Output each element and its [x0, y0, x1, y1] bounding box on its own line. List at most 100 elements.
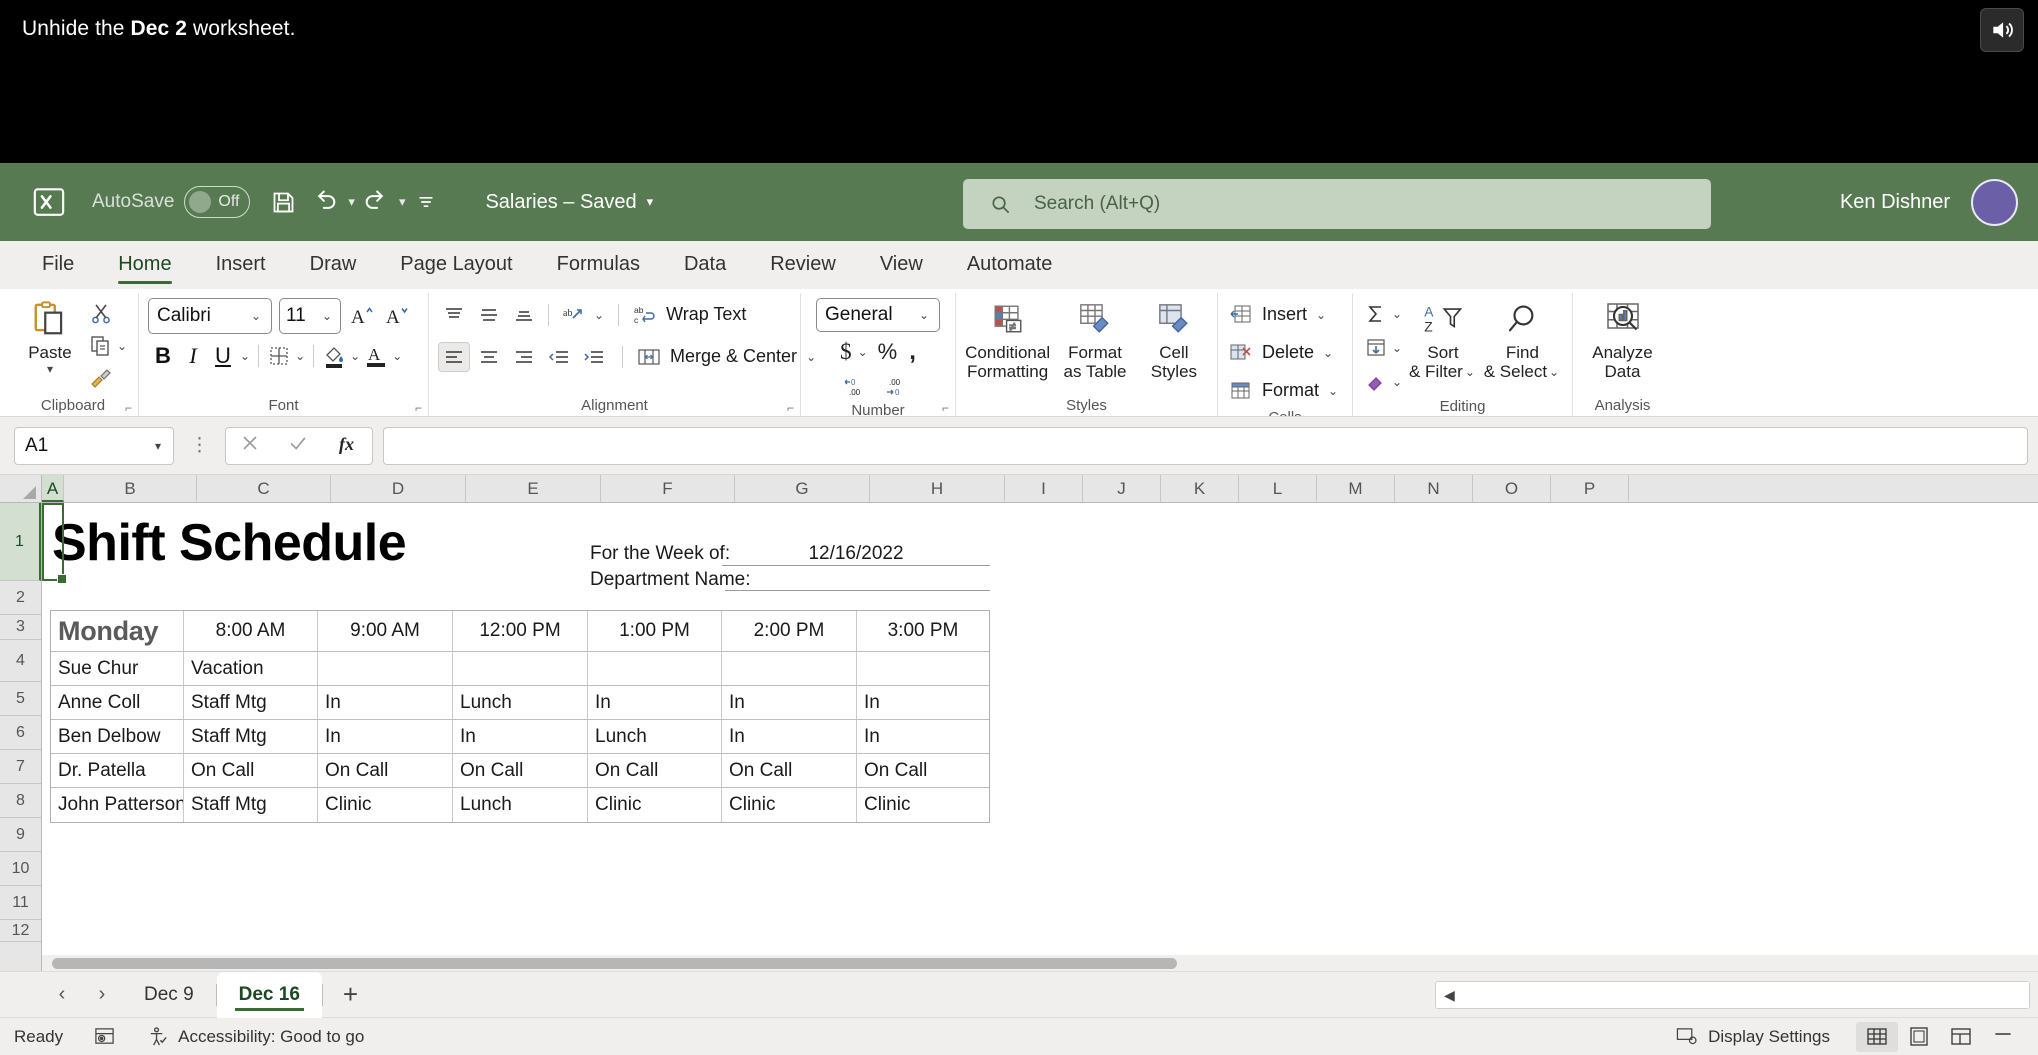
row-header-5[interactable]: 5 [0, 682, 41, 716]
format-painter-icon[interactable] [87, 364, 115, 392]
fill-color-dropdown-icon[interactable]: ⌄ [348, 349, 362, 363]
tab-insert[interactable]: Insert [194, 241, 288, 288]
currency-dropdown-icon[interactable]: ⌄ [856, 345, 870, 359]
row-header-8[interactable]: 8 [0, 784, 41, 818]
orientation-dropdown-icon[interactable]: ⌄ [592, 308, 606, 322]
redo-icon[interactable] [355, 181, 397, 223]
row-header-9[interactable]: 9 [0, 818, 41, 852]
table-row[interactable]: John Patterson Staff Mtg Clinic Lunch Cl… [51, 788, 989, 822]
enter-formula-icon[interactable] [287, 432, 309, 459]
tab-data[interactable]: Data [662, 241, 748, 288]
clear-icon[interactable] [1362, 368, 1390, 396]
autosave-control[interactable]: AutoSave Off [92, 186, 251, 218]
cut-icon[interactable] [87, 300, 115, 328]
display-settings-button[interactable]: Display Settings [1675, 1026, 1830, 1047]
percent-button[interactable]: % [878, 339, 898, 365]
row-header-10[interactable]: 10 [0, 852, 41, 886]
align-top-button[interactable] [438, 300, 470, 330]
italic-button[interactable]: I [178, 343, 208, 369]
column-header-H[interactable]: H [870, 475, 1005, 502]
row-header-3[interactable]: 3 [0, 615, 41, 640]
page-layout-view-button[interactable] [1898, 1022, 1940, 1052]
number-dialog-launcher-icon[interactable]: ⌐ [942, 401, 949, 415]
tab-formulas[interactable]: Formulas [535, 241, 662, 288]
document-title-dropdown-icon[interactable]: ▾ [647, 194, 654, 210]
name-box[interactable]: A1 ▾ [14, 426, 174, 465]
horizontal-scrollbar-track[interactable] [1462, 982, 2029, 1008]
copy-dropdown-icon[interactable]: ⌄ [115, 339, 129, 353]
tab-draw[interactable]: Draw [288, 241, 379, 288]
column-header-K[interactable]: K [1161, 475, 1239, 502]
paste-dropdown-icon[interactable]: ▾ [45, 362, 55, 376]
row-header-7[interactable]: 7 [0, 750, 41, 784]
orientation-button[interactable]: ab [557, 300, 589, 330]
underline-button[interactable]: U [208, 343, 238, 369]
insert-cells-button[interactable]: Insert ⌄ [1227, 298, 1328, 331]
tab-file[interactable]: File [20, 241, 96, 288]
sheet-tab-dec-16[interactable]: Dec 16 [216, 971, 322, 1018]
row-header-12[interactable]: 12 [0, 920, 41, 942]
wrap-text-button[interactable]: ab c Wrap Text [631, 298, 746, 331]
align-left-button[interactable] [438, 341, 470, 372]
scroll-left-icon[interactable]: ◀ [1436, 987, 1463, 1004]
tab-view[interactable]: View [858, 241, 945, 288]
format-cells-dropdown-icon[interactable]: ⌄ [1326, 384, 1340, 398]
font-color-icon[interactable]: A [362, 342, 390, 370]
increase-decimal-icon[interactable]: 0.00 [843, 372, 871, 400]
undo-icon[interactable] [304, 181, 346, 223]
align-right-button[interactable] [508, 342, 540, 372]
align-bottom-button[interactable] [508, 300, 540, 330]
decrease-decimal-icon[interactable]: .00 0 [885, 372, 913, 400]
accessibility-status[interactable]: Accessibility: Good to go [146, 1026, 364, 1047]
column-header-C[interactable]: C [197, 475, 331, 502]
horizontal-scrollbar[interactable]: ◀ [1435, 981, 2030, 1009]
borders-icon[interactable] [265, 342, 293, 370]
horizontal-scrollbar-thumb[interactable] [52, 958, 1177, 969]
column-header-J[interactable]: J [1083, 475, 1161, 502]
clear-dropdown-icon[interactable]: ⌄ [1390, 375, 1404, 389]
underline-dropdown-icon[interactable]: ⌄ [238, 349, 252, 363]
column-header-N[interactable]: N [1395, 475, 1473, 502]
cell-styles-button[interactable]: Cell Styles [1140, 298, 1208, 381]
column-header-A[interactable]: A [42, 475, 64, 502]
font-name-input[interactable]: Calibri ⌄ [148, 298, 272, 334]
name-box-dropdown-icon[interactable]: ▾ [153, 439, 163, 453]
tab-automate[interactable]: Automate [945, 241, 1075, 288]
formula-bar-more-icon[interactable]: ⋮ [184, 434, 215, 457]
column-header-E[interactable]: E [466, 475, 601, 502]
save-icon[interactable] [262, 181, 304, 223]
next-sheet-button[interactable]: › [82, 983, 122, 1006]
cancel-formula-icon[interactable] [239, 432, 261, 459]
delete-cells-dropdown-icon[interactable]: ⌄ [1321, 346, 1335, 360]
comma-button[interactable]: , [909, 338, 916, 366]
table-row[interactable]: Sue Chur Vacation [51, 652, 989, 686]
horizontal-scrollbar-top[interactable] [42, 955, 2038, 971]
add-sheet-button[interactable]: + [323, 979, 378, 1010]
user-name[interactable]: Ken Dishner [1840, 191, 1950, 214]
table-row[interactable]: Ben Delbow Staff Mtg In In Lunch In In [51, 720, 989, 754]
delete-cells-button[interactable]: Delete ⌄ [1227, 336, 1335, 369]
formula-input[interactable] [383, 426, 2028, 465]
row-header-4[interactable]: 4 [0, 640, 41, 682]
zoom-controls[interactable] [1982, 1022, 2024, 1052]
conditional-formatting-button[interactable]: ≠ Conditional Formatting [965, 298, 1050, 381]
bold-button[interactable]: B [148, 343, 178, 369]
document-title[interactable]: Salaries – Saved [485, 191, 636, 214]
column-header-B[interactable]: B [64, 475, 197, 502]
decrease-font-size-icon[interactable]: A [383, 302, 411, 330]
fill-dropdown-icon[interactable]: ⌄ [1390, 341, 1404, 355]
row-header-6[interactable]: 6 [0, 716, 41, 750]
copy-icon[interactable] [87, 332, 115, 360]
alignment-dialog-launcher-icon[interactable]: ⌐ [787, 401, 794, 415]
table-row[interactable]: Anne Coll Staff Mtg In Lunch In In In [51, 686, 989, 720]
column-header-O[interactable]: O [1473, 475, 1551, 502]
insert-function-icon[interactable]: fx [335, 431, 359, 460]
page-break-preview-button[interactable] [1940, 1022, 1982, 1052]
select-all-button[interactable] [0, 475, 42, 502]
record-macro-icon[interactable] [93, 1026, 116, 1047]
column-header-P[interactable]: P [1551, 475, 1629, 502]
analyze-data-button[interactable]: Analyze Data [1582, 298, 1663, 381]
sheet-tab-dec-9[interactable]: Dec 9 [122, 972, 216, 1018]
column-header-I[interactable]: I [1005, 475, 1083, 502]
insert-cells-dropdown-icon[interactable]: ⌄ [1314, 308, 1328, 322]
